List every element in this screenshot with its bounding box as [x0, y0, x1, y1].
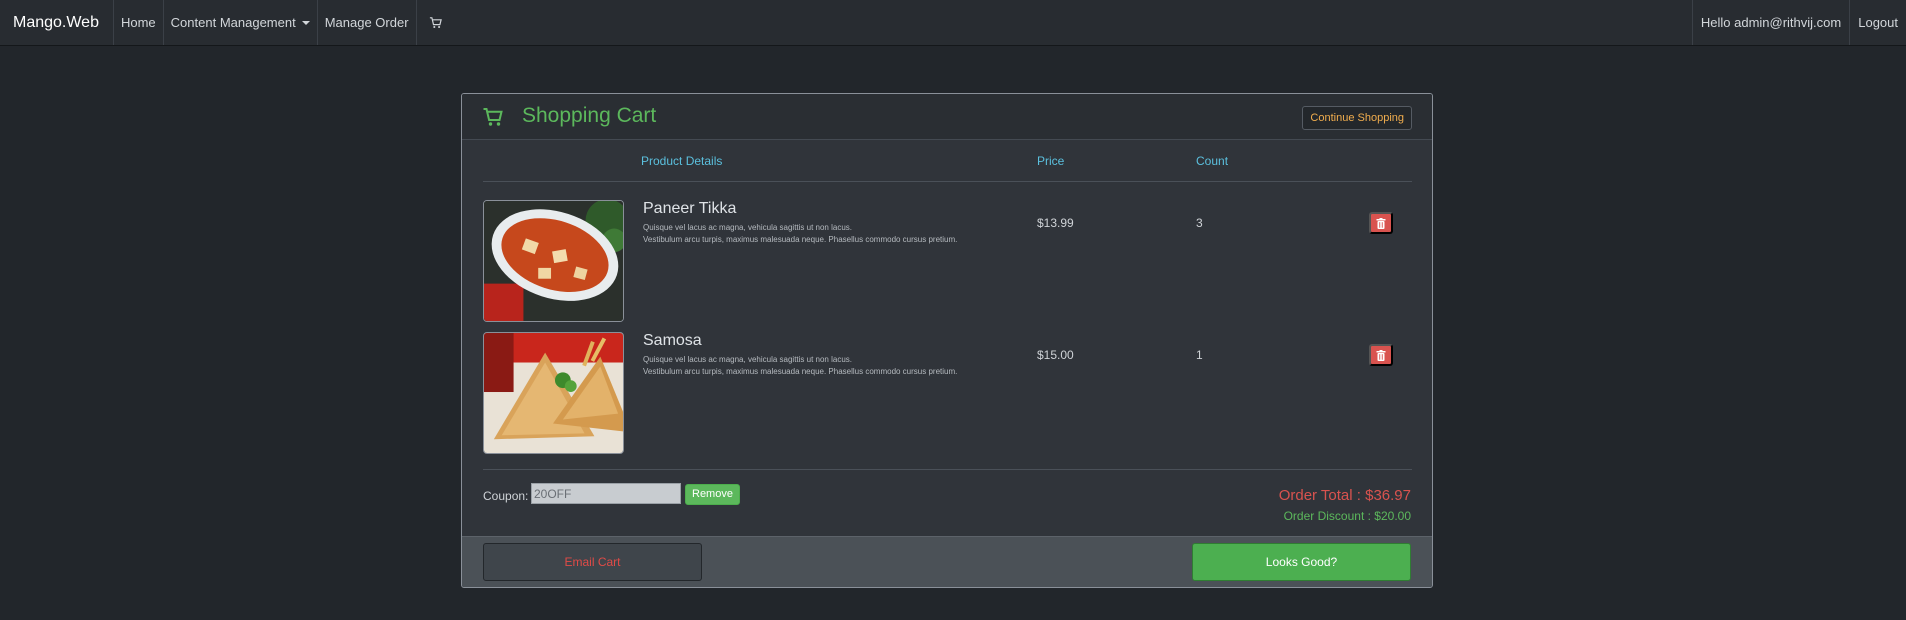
trash-icon	[1376, 349, 1386, 361]
nav-user-greeting[interactable]: Hello admin@rithvij.com	[1691, 0, 1849, 45]
item-description-line: Quisque vel lacus ac magna, vehicula sag…	[643, 355, 853, 364]
cart-icon	[483, 108, 503, 126]
product-image-paneer-tikka	[483, 200, 624, 322]
coupon-input[interactable]	[531, 483, 681, 504]
card-header: Shopping Cart Continue Shopping	[462, 94, 1432, 140]
nav-right: Hello admin@rithvij.com Logout	[1691, 0, 1906, 45]
item-count: 1	[1196, 348, 1203, 362]
item-name: Samosa	[643, 332, 702, 349]
trash-icon	[1376, 217, 1386, 229]
brand-logo[interactable]: Mango.Web	[0, 0, 113, 45]
looks-good-button[interactable]: Looks Good?	[1192, 543, 1411, 581]
cart-icon	[429, 16, 442, 28]
nav-content-management[interactable]: Content Management	[162, 0, 317, 45]
item-description: Quisque vel lacus ac magna, vehicula sag…	[643, 354, 957, 378]
item-description-line: Vestibulum arcu turpis, maximus malesuad…	[643, 235, 958, 244]
order-total: Order Total : $36.97	[1278, 487, 1411, 504]
nav-cart-link[interactable]	[415, 0, 454, 45]
item-description-line: Quisque vel lacus ac magna, vehicula sag…	[643, 223, 853, 232]
shopping-cart-card: Shopping Cart Continue Shopping Product …	[461, 93, 1433, 588]
navbar: Mango.Web Home Content Management Manage…	[0, 0, 1906, 46]
remove-coupon-button[interactable]: Remove	[685, 484, 740, 505]
continue-shopping-button[interactable]: Continue Shopping	[1302, 106, 1412, 130]
item-name: Paneer Tikka	[643, 200, 737, 217]
item-price: $13.99	[1037, 216, 1074, 230]
cart-item-row: Paneer Tikka Quisque vel lacus ac magna,…	[483, 200, 1412, 322]
delete-item-button[interactable]	[1369, 212, 1393, 234]
page-title: Shopping Cart	[522, 104, 657, 127]
nav-logout[interactable]: Logout	[1849, 0, 1906, 45]
column-header-price: Price	[1037, 154, 1065, 168]
divider	[483, 469, 1412, 470]
divider	[483, 181, 1412, 182]
item-description: Quisque vel lacus ac magna, vehicula sag…	[643, 222, 957, 246]
column-header-count: Count	[1196, 154, 1229, 168]
nav-home[interactable]: Home	[112, 0, 163, 45]
delete-item-button[interactable]	[1369, 344, 1393, 366]
email-cart-button[interactable]: Email Cart	[483, 543, 702, 581]
cart-item-row: Samosa Quisque vel lacus ac magna, vehic…	[483, 332, 1412, 454]
order-discount: Order Discount : $20.00	[1283, 509, 1411, 523]
nav-content-management-label: Content Management	[170, 15, 296, 30]
column-header-product-details: Product Details	[641, 154, 723, 168]
product-image-samosa	[483, 332, 624, 454]
chevron-down-icon	[301, 20, 310, 25]
item-count: 3	[1196, 216, 1203, 230]
item-price: $15.00	[1037, 348, 1074, 362]
item-description-line: Vestibulum arcu turpis, maximus malesuad…	[643, 367, 958, 376]
coupon-label: Coupon:	[483, 489, 529, 503]
card-footer: Email Cart Looks Good?	[462, 536, 1432, 587]
nav-manage-order[interactable]: Manage Order	[316, 0, 416, 45]
